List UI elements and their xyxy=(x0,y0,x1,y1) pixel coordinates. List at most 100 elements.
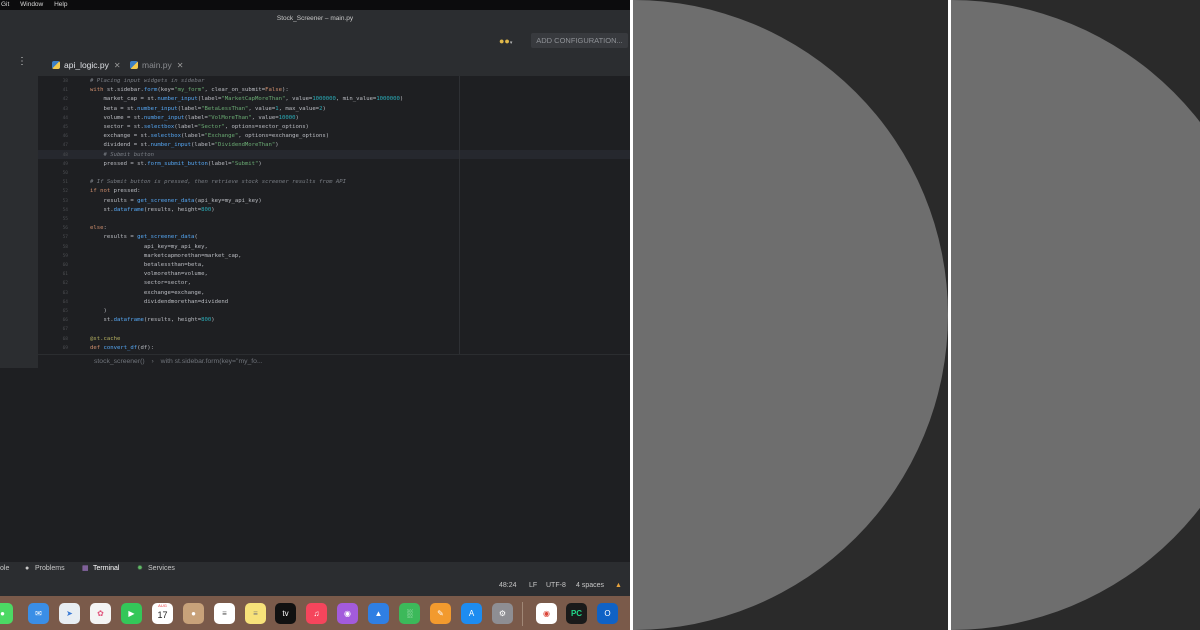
contacts-icon[interactable]: ● xyxy=(183,603,204,624)
line-number: 66 xyxy=(62,318,68,324)
music-icon[interactable]: ♫ xyxy=(306,603,327,624)
code-line[interactable]: # Submit button xyxy=(90,151,630,160)
line-number: 45 xyxy=(62,125,68,130)
code-line[interactable]: # If Submit button is pressed, then retr… xyxy=(90,178,630,187)
code-line[interactable]: api_key=my_api_key, xyxy=(90,243,630,252)
tab-services[interactable]: Services xyxy=(148,562,175,576)
ide-window: Git Window Help Stock_Screener – main.py… xyxy=(0,0,630,630)
line-number: 43 xyxy=(62,106,68,112)
code-line[interactable]: volume = st.number_input(label="VolMoreT… xyxy=(90,114,630,123)
code-line[interactable]: def convert_df(df): xyxy=(90,344,630,353)
cursor-position[interactable]: 48:24 xyxy=(499,576,517,596)
line-number: 58 xyxy=(62,244,68,250)
line-number: 54 xyxy=(62,207,68,213)
code-line[interactable]: beta = st.number_input(label="BetaLessTh… xyxy=(90,105,630,114)
line-number: 50 xyxy=(62,171,68,176)
numbers-icon[interactable]: ░ xyxy=(399,603,420,624)
file-encoding[interactable]: UTF-8 xyxy=(546,576,566,596)
code-line[interactable]: volmorethan=volume, xyxy=(90,270,630,279)
code-line[interactable]: sector = st.selectbox(label="Sector", op… xyxy=(90,123,630,132)
outlook-icon[interactable]: O xyxy=(597,603,618,624)
code-line[interactable]: results = get_screener_data( xyxy=(90,233,630,242)
pycharm-icon[interactable]: PC xyxy=(566,603,587,624)
messages-icon[interactable]: ● xyxy=(0,603,13,624)
code-line[interactable]: betalessthan=beta, xyxy=(90,261,630,270)
line-number: 41 xyxy=(62,88,68,94)
tab-terminal[interactable]: Terminal xyxy=(93,562,119,576)
code-line[interactable]: results = get_screener_data(api_key=my_a… xyxy=(90,197,630,206)
calendar-icon[interactable]: AUG 17 xyxy=(152,603,173,624)
menu-window[interactable]: Window xyxy=(20,0,43,10)
code-line[interactable]: dividendmorethan=dividend xyxy=(90,298,630,307)
code-line[interactable]: @st.cache xyxy=(90,335,630,344)
users-icon[interactable]: ●●▾ xyxy=(499,35,521,47)
tab-label: api_logic.py xyxy=(64,60,109,70)
breadcrumb-function[interactable]: stock_screener() xyxy=(94,358,145,365)
code-line[interactable]: pressed = st.form_submit_button(label="S… xyxy=(90,160,630,169)
line-number: 38 xyxy=(62,79,68,84)
notes-icon[interactable]: ≡ xyxy=(245,603,266,624)
line-number: 67 xyxy=(62,327,68,333)
keynote-icon[interactable]: ▲ xyxy=(368,603,389,624)
app-store-icon[interactable]: A xyxy=(461,603,482,624)
line-number: 52 xyxy=(62,189,68,195)
code-line[interactable]: dividend = st.number_input(label="Divide… xyxy=(90,141,630,150)
line-number-gutter: 38 41 42 43 44 45 46 47 48 49 50 51 52 53 54 55 56 57 58 59… xyxy=(38,76,82,354)
code-line[interactable]: with st.sidebar.form(key="my_form", clea… xyxy=(90,86,630,95)
tab-main[interactable]: main.py ✕ xyxy=(130,54,183,76)
line-number: 61 xyxy=(62,272,68,278)
python-file-icon xyxy=(130,61,138,69)
maps-icon[interactable]: ➤ xyxy=(59,603,80,624)
line-separator[interactable]: LF xyxy=(529,576,537,596)
code-line[interactable]: exchange = st.selectbox(label="Exchange"… xyxy=(90,132,630,141)
plugin-icon[interactable]: ▲ xyxy=(615,576,622,596)
more-options-icon[interactable]: ⋮ xyxy=(17,56,27,67)
line-number: 69 xyxy=(62,345,68,351)
chrome-icon[interactable]: ◉ xyxy=(536,603,557,624)
mail-icon[interactable]: ✉ xyxy=(28,603,49,624)
code-line[interactable]: else: xyxy=(90,224,630,233)
half-circle-shape xyxy=(633,0,948,630)
status-bar: 48:24 LF UTF-8 4 spaces ▲ xyxy=(0,576,630,596)
menu-git[interactable]: Git xyxy=(1,0,9,10)
code-line[interactable]: if not pressed: xyxy=(90,187,630,196)
code-editor[interactable]: 38 41 42 43 44 45 46 47 48 49 50 51 52 53 54 55 56 57 58 59… xyxy=(38,76,630,354)
menu-help[interactable]: Help xyxy=(54,0,67,10)
tab-problems[interactable]: Problems xyxy=(35,562,65,576)
pages-icon[interactable]: ✎ xyxy=(430,603,451,624)
podcasts-icon[interactable]: ◉ xyxy=(337,603,358,624)
close-icon[interactable]: ✕ xyxy=(114,61,121,70)
line-number: 46 xyxy=(62,134,68,140)
close-icon[interactable]: ✕ xyxy=(177,61,184,70)
code-line[interactable]: st.dataframe(results, height=800) xyxy=(90,206,630,215)
code-line[interactable]: st.dataframe(results, height=800) xyxy=(90,316,630,325)
indent-setting[interactable]: 4 spaces xyxy=(576,576,604,596)
code-line[interactable]: marketcapmorethan=market_cap, xyxy=(90,252,630,261)
code-line[interactable]: # Placing input widgets in sidebar xyxy=(90,77,630,86)
code-line[interactable]: sector=sector, xyxy=(90,279,630,288)
macos-dock: ● ✉ ➤ ✿ ▶ AUG 17 ● ≡ ≡ tv ♫ ◉ ▲ ░ ✎ A ⚙ ◉… xyxy=(0,596,630,630)
tab-api-logic[interactable]: api_logic.py ✕ xyxy=(52,54,121,78)
add-configuration-button[interactable]: ADD CONFIGURATION... xyxy=(531,33,628,48)
window-title: Stock_Screener – main.py xyxy=(0,10,630,27)
apple-tv-icon[interactable]: tv xyxy=(275,603,296,624)
tab-console[interactable]: ole xyxy=(0,562,9,576)
photos-icon[interactable]: ✿ xyxy=(90,603,111,624)
python-file-icon xyxy=(52,61,60,69)
facetime-icon[interactable]: ▶ xyxy=(121,603,142,624)
placeholder-panel-left xyxy=(633,0,948,630)
line-number: 63 xyxy=(62,290,68,296)
line-number: 68 xyxy=(62,336,68,342)
code-line[interactable]: exchange=exchange, xyxy=(90,289,630,298)
breadcrumb-block[interactable]: with st.sidebar.form(key="my_fo... xyxy=(161,358,263,365)
code-line[interactable]: ) xyxy=(90,307,630,316)
reminders-icon[interactable]: ≡ xyxy=(214,603,235,624)
line-number: 65 xyxy=(62,309,68,314)
line-number: 49 xyxy=(62,161,68,167)
code-line[interactable]: market_cap = st.number_input(label="Mark… xyxy=(90,95,630,104)
line-number: 48 xyxy=(62,152,68,158)
system-preferences-icon[interactable]: ⚙ xyxy=(492,603,513,624)
line-number: 57 xyxy=(62,235,68,241)
services-icon: ✹ xyxy=(137,565,143,572)
line-number: 53 xyxy=(62,198,68,204)
